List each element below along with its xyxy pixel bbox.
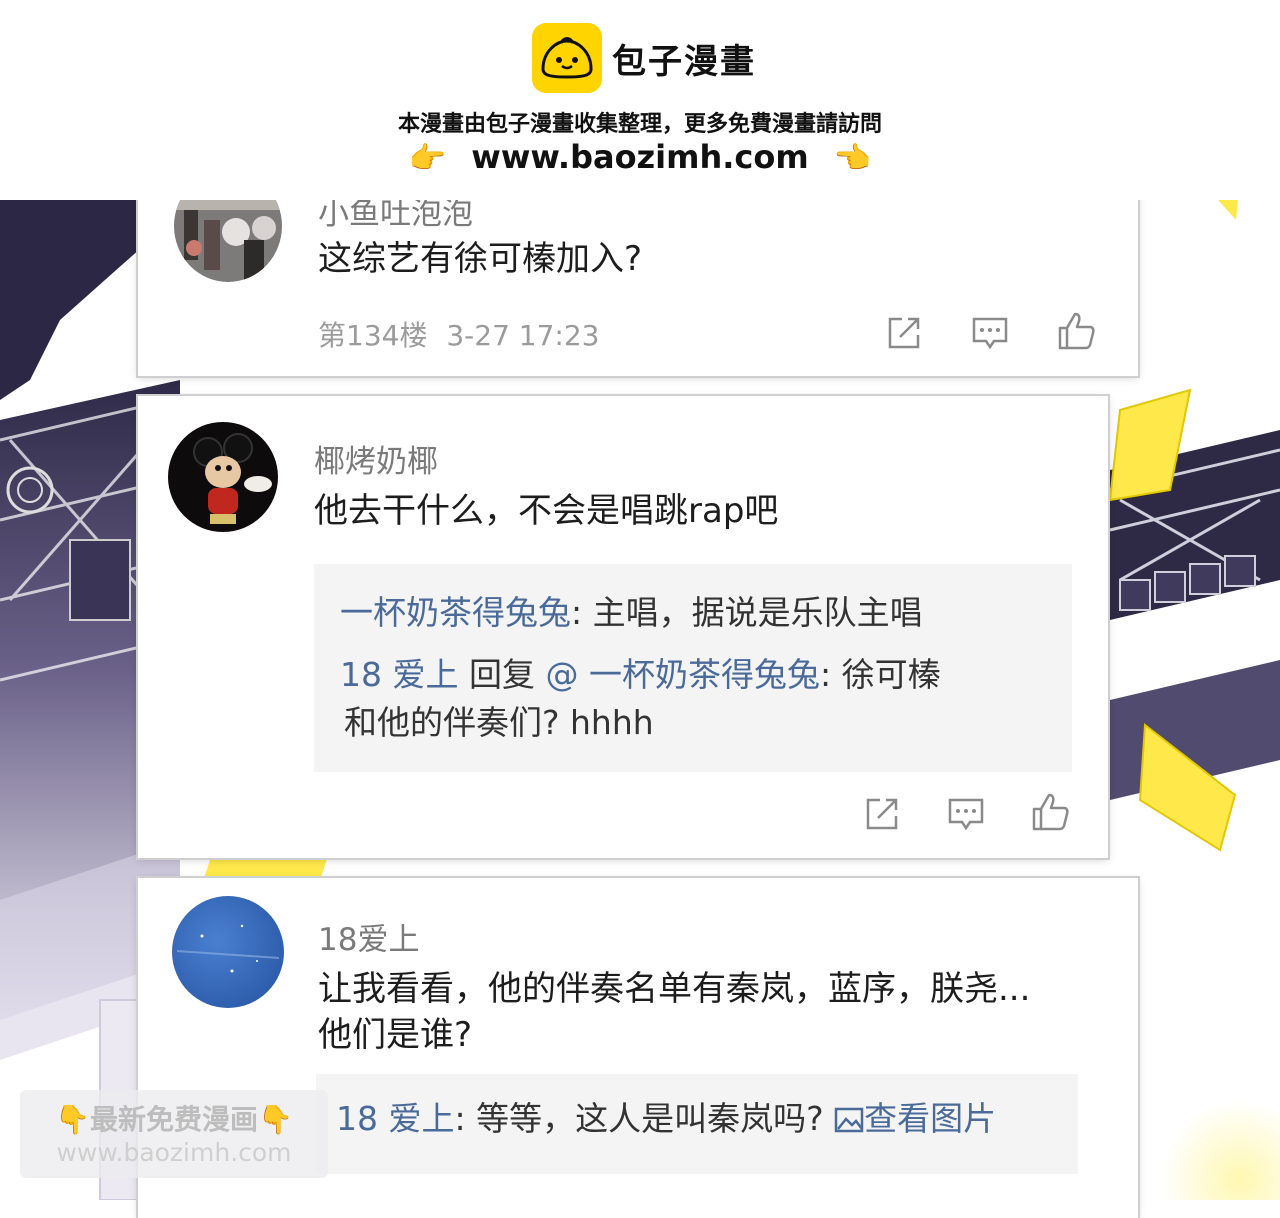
comment-text-continued: 他们是谁?: [318, 1015, 473, 1055]
comment-icon[interactable]: [970, 313, 1010, 353]
comment-meta: 第134楼 3-27 17:23: [318, 314, 600, 354]
reply-item: 一杯奶茶得兔兔: 主唱，据说是乐队主唱: [340, 590, 923, 636]
comment-card: 小鱼吐泡泡 这综艺有徐可榛加入? 第134楼 3-27 17:23: [138, 170, 1138, 376]
reply-author-link[interactable]: 一杯奶茶得兔兔: [340, 593, 571, 632]
comment-time: 3-27 17:23: [446, 319, 600, 352]
site-url-link[interactable]: www.baozimh.com: [471, 138, 808, 176]
avatar[interactable]: [172, 896, 284, 1008]
comment-icon[interactable]: [946, 794, 986, 834]
comment-username[interactable]: 18爱上: [318, 914, 419, 959]
image-icon: [834, 1107, 864, 1133]
reply-separator: :: [819, 655, 832, 694]
reply-body: 等等，这人是叫秦岚吗?: [465, 1099, 824, 1138]
share-icon[interactable]: [884, 313, 924, 353]
reply-body: 徐可榛: [831, 655, 941, 694]
reply-author-link[interactable]: 18 爱上: [340, 655, 458, 694]
comment-card: 椰烤奶椰 他去干什么，不会是唱跳rap吧 一杯奶茶得兔兔: 主唱，据说是乐队主唱…: [138, 396, 1108, 858]
comment-text: 这综艺有徐可榛加入?: [318, 239, 643, 279]
thumbs-up-icon[interactable]: [1030, 792, 1070, 832]
watermark-line1: 最新免费漫画: [89, 1103, 258, 1136]
reply-separator: :: [454, 1099, 466, 1138]
comment-text: 他去干什么，不会是唱跳rap吧: [314, 491, 779, 531]
comment-floor: 第134楼: [318, 319, 428, 352]
brand-logo[interactable]: 包子漫畫: [532, 22, 756, 94]
reply-thread: 18 爱上: 等等，这人是叫秦岚吗? 查看图片: [316, 1074, 1078, 1174]
reply-body-continued: 和他的伴奏们? hhhh: [344, 703, 654, 742]
bun-logo-icon: [532, 23, 602, 93]
banner-url-row: 👉 www.baozimh.com 👈: [0, 138, 1280, 176]
watermark-title: 👇最新免费漫画👇: [20, 1098, 328, 1138]
avatar[interactable]: [168, 422, 278, 532]
reply-body: 主唱，据说是乐队主唱: [582, 593, 923, 632]
site-banner: 包子漫畫 本漫畫由包子漫畫收集整理，更多免費漫畫請訪問 👉 www.baozim…: [0, 0, 1280, 200]
watermark-url[interactable]: www.baozimh.com: [20, 1138, 328, 1167]
comment-text: 让我看看，他的伴奏名单有秦岚，蓝序，朕尧...: [318, 969, 1031, 1009]
finger-pointing-down-icon: 👇: [55, 1103, 90, 1136]
reply-word: 回复: [458, 655, 546, 694]
reply-separator: :: [571, 593, 583, 632]
banner-notice: 本漫畫由包子漫畫收集整理，更多免費漫畫請訪問: [397, 112, 882, 137]
view-image-link[interactable]: 查看图片: [834, 1099, 996, 1138]
reply-item: 18 爱上: 等等，这人是叫秦岚吗? 查看图片: [336, 1096, 996, 1142]
reply-mention-link[interactable]: @ 一杯奶茶得兔兔: [545, 655, 820, 694]
view-image-label: 查看图片: [864, 1099, 997, 1138]
share-icon[interactable]: [862, 794, 902, 834]
comment-username[interactable]: 椰烤奶椰: [314, 436, 438, 481]
brand-name: 包子漫畫: [612, 41, 756, 82]
reply-author-link[interactable]: 18 爱上: [336, 1099, 454, 1138]
finger-pointing-right-icon: 👉: [408, 141, 447, 176]
finger-pointing-left-icon: 👈: [833, 141, 872, 176]
reply-thread: 一杯奶茶得兔兔: 主唱，据说是乐队主唱 18 爱上 回复 @ 一杯奶茶得兔兔: …: [314, 564, 1072, 772]
reply-item: 18 爱上 回复 @ 一杯奶茶得兔兔: 徐可榛: [340, 652, 941, 698]
finger-pointing-down-icon: 👇: [258, 1103, 293, 1136]
thumbs-up-icon[interactable]: [1056, 311, 1096, 351]
watermark: 👇最新免费漫画👇 www.baozimh.com: [20, 1090, 328, 1178]
